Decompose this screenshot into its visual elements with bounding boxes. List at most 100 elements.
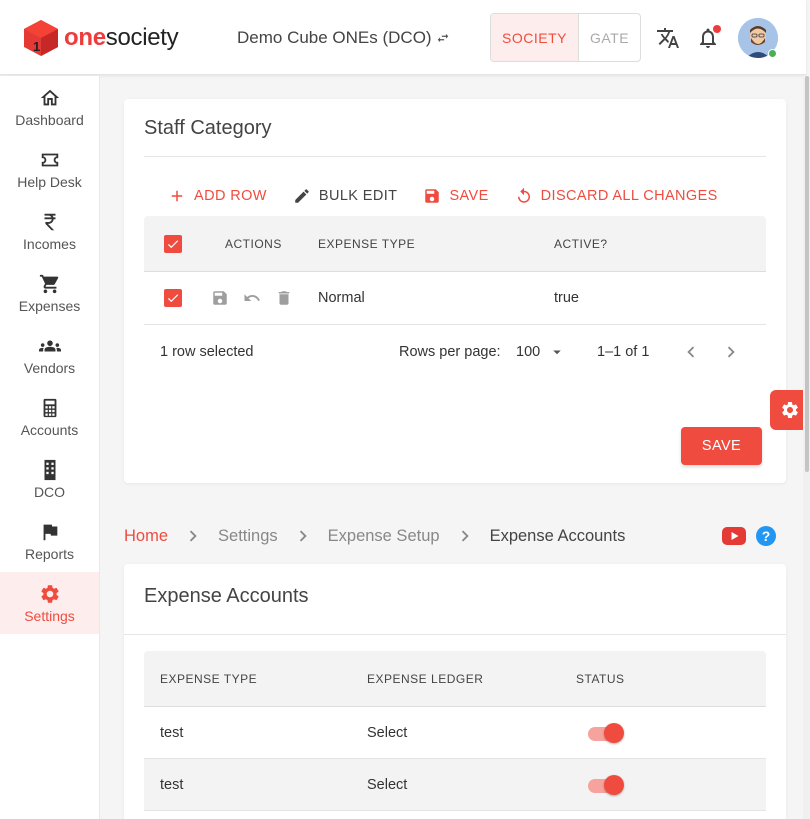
breadcrumb-settings[interactable]: Settings <box>218 527 278 546</box>
ledger-select[interactable]: Select <box>367 707 407 758</box>
grid-header: ACTIONS EXPENSE TYPE ACTIVE? <box>144 216 766 272</box>
segment-gate[interactable]: GATE <box>579 14 640 61</box>
row-actions <box>211 272 293 324</box>
translate-icon[interactable] <box>656 26 680 50</box>
page-scrollbar[interactable] <box>803 76 810 819</box>
home-icon <box>40 89 59 105</box>
breadcrumb-expense-setup[interactable]: Expense Setup <box>328 527 440 546</box>
staff-category-title: Staff Category <box>144 117 272 139</box>
chevron-left-icon <box>687 346 695 357</box>
divider <box>124 634 786 635</box>
onesociety-logo[interactable]: 1 onesociety <box>22 19 179 57</box>
column-header-actions[interactable]: ACTIONS <box>225 216 282 271</box>
selected-count: 1 row selected <box>160 343 254 360</box>
sidebar-item-label: Help Desk <box>17 173 82 190</box>
table-row: test Select <box>144 759 766 811</box>
sidebar-item-label: Dashboard <box>15 111 84 128</box>
calculator-icon <box>43 398 56 417</box>
flag-icon <box>43 524 57 540</box>
people-icon <box>38 340 61 351</box>
row-checkbox[interactable] <box>164 272 182 324</box>
sidebar-item-label: Vendors <box>23 359 76 376</box>
undo-icon[interactable] <box>243 289 261 307</box>
breadcrumb-current: Expense Accounts <box>489 526 626 545</box>
table-row[interactable]: Normal true <box>144 272 766 325</box>
table-header: EXPENSE TYPE EXPENSE LEDGER STATUS <box>144 651 766 707</box>
rows-per-page-select[interactable]: 100 <box>516 325 566 378</box>
column-header-expense-type[interactable]: EXPENSE TYPE <box>160 651 257 706</box>
status-toggle[interactable] <box>586 707 624 758</box>
youtube-icon[interactable] <box>722 526 746 546</box>
ledger-select[interactable]: Select <box>367 759 407 810</box>
segment-society[interactable]: SOCIETY <box>491 14 579 61</box>
sidebar-item-reports[interactable]: Reports <box>0 510 99 572</box>
online-status-dot <box>768 49 777 58</box>
cell-active[interactable]: true <box>554 272 579 324</box>
society-switcher[interactable]: Demo Cube ONEs (DCO) <box>237 28 450 48</box>
breadcrumb: Home Settings Expense Setup Expense Acco… <box>124 525 625 547</box>
expense-accounts-table: EXPENSE TYPE EXPENSE LEDGER STATUS test … <box>144 651 766 811</box>
grid-footer: 1 row selected Rows per page: 100 1–1 of… <box>144 325 766 378</box>
sidebar-item-vendors[interactable]: Vendors <box>0 324 99 386</box>
notifications-button[interactable] <box>696 25 721 50</box>
floppy-disk-icon <box>425 189 440 203</box>
sidebar-item-label: Settings <box>24 607 75 624</box>
cell-expense-type: test <box>160 776 184 793</box>
notification-dot <box>713 25 721 33</box>
bulk-edit-button[interactable]: BULK EDIT <box>293 187 398 205</box>
delete-icon[interactable] <box>275 289 293 307</box>
dropdown-arrow-icon <box>553 350 561 354</box>
check-icon <box>167 294 179 303</box>
sidebar-item-accounts[interactable]: Accounts <box>0 386 99 448</box>
svg-text:1: 1 <box>33 39 40 54</box>
help-icon[interactable]: ? <box>756 526 776 546</box>
sidebar-item-label: DCO <box>33 483 66 500</box>
toolbar-save-button[interactable]: SAVE <box>423 187 488 205</box>
status-toggle[interactable] <box>586 759 624 810</box>
swap-icon <box>437 33 448 43</box>
chevron-right-icon <box>299 530 307 542</box>
pagination-range: 1–1 of 1 <box>597 343 650 360</box>
ticket-icon <box>41 153 58 166</box>
sidebar-item-settings[interactable]: Settings <box>0 572 99 634</box>
column-header-status[interactable]: STATUS <box>576 651 625 706</box>
society-name: Demo Cube ONEs (DCO) <box>237 28 432 47</box>
sidebar-item-help-desk[interactable]: Help Desk <box>0 138 99 200</box>
discard-all-changes-button[interactable]: DISCARD ALL CHANGES <box>515 187 718 205</box>
breadcrumb-home[interactable]: Home <box>124 527 168 546</box>
next-page-button[interactable] <box>720 325 742 378</box>
brand-society: society <box>105 24 179 51</box>
chevron-right-icon <box>461 530 469 542</box>
top-bar: 1 onesociety Demo Cube ONEs (DCO) SOCIET… <box>0 0 806 75</box>
sidebar-item-dco[interactable]: DCO <box>0 448 99 510</box>
sidebar-item-dashboard[interactable]: Dashboard <box>0 76 99 138</box>
restore-icon <box>517 187 530 203</box>
column-header-active[interactable]: ACTIVE? <box>554 216 608 271</box>
building-icon <box>44 459 55 480</box>
cell-expense-type: test <box>160 724 184 741</box>
save-button[interactable]: SAVE <box>681 427 762 465</box>
logo-cube-icon: 1 <box>24 20 58 56</box>
previous-page-button[interactable] <box>680 325 702 378</box>
add-row-button[interactable]: ADD ROW <box>168 187 267 205</box>
gear-icon <box>40 584 59 603</box>
sidebar-item-incomes[interactable]: Incomes <box>0 200 99 262</box>
table-row: test Select <box>144 707 766 759</box>
rupee-icon <box>44 213 55 230</box>
chevron-right-icon <box>727 346 735 357</box>
expense-accounts-title: Expense Accounts <box>144 585 309 607</box>
pencil-icon <box>295 189 309 203</box>
sidebar-item-label: Expenses <box>18 297 81 314</box>
select-all-checkbox[interactable] <box>164 216 182 271</box>
save-row-icon[interactable] <box>211 289 229 307</box>
scrollbar-thumb[interactable] <box>805 76 809 472</box>
cell-expense-type[interactable]: Normal <box>318 272 365 324</box>
sidebar-item-label: Reports <box>24 545 75 562</box>
sidebar-item-label: Incomes <box>23 235 76 252</box>
gear-icon <box>782 402 798 418</box>
column-header-expense-type[interactable]: EXPENSE TYPE <box>318 216 415 271</box>
brand-one: one <box>64 24 106 51</box>
sidebar-item-expenses[interactable]: Expenses <box>0 262 99 324</box>
rows-per-page-label: Rows per page: <box>399 343 501 360</box>
column-header-expense-ledger[interactable]: EXPENSE LEDGER <box>367 651 483 706</box>
